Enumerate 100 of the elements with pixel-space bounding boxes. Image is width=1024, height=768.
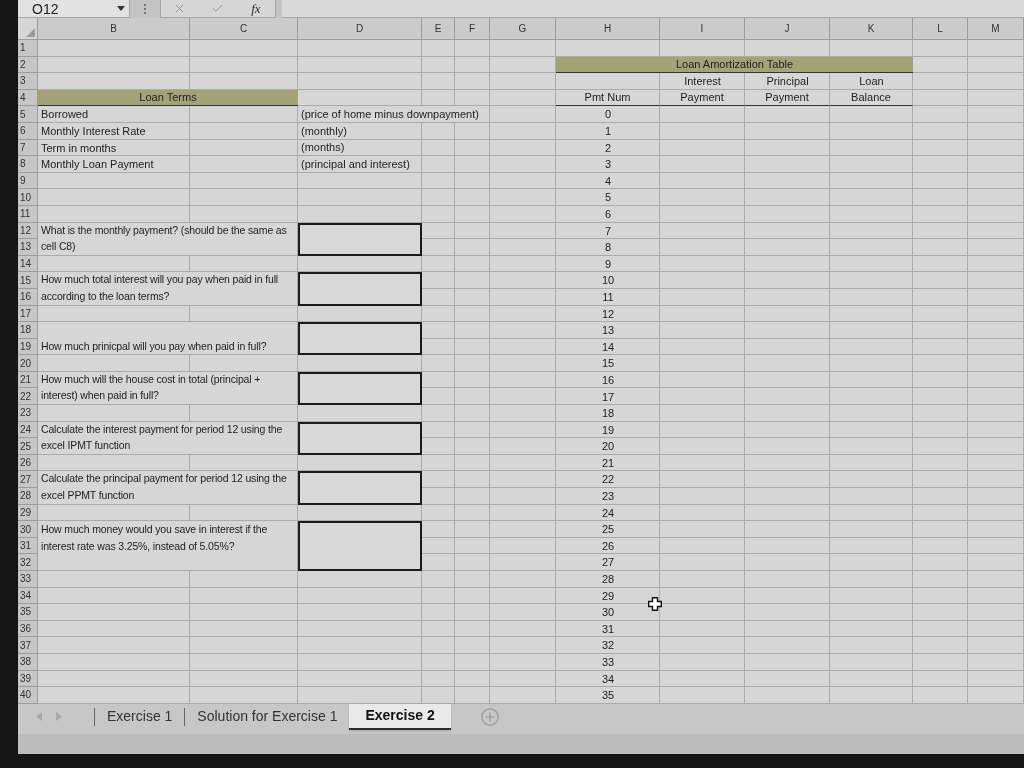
answer-box[interactable] <box>298 222 422 256</box>
table-cell-text: 34 <box>600 671 616 687</box>
column-header[interactable]: C <box>190 18 298 40</box>
insert-function-button[interactable]: fx <box>249 2 263 15</box>
table-cell-text: 1 <box>603 124 613 139</box>
table-cell-text: 13 <box>600 323 616 339</box>
table-cell-text: 20 <box>600 439 616 455</box>
column-heading: Principal <box>765 74 810 90</box>
table-cell-text: 5 <box>603 190 613 206</box>
table-cell-text: Monthly Interest Rate <box>40 124 147 139</box>
table-cell-text: 11 <box>601 289 615 305</box>
row-header[interactable]: 8 <box>18 156 38 173</box>
row-header[interactable]: 28 <box>18 488 38 505</box>
answer-box[interactable] <box>298 272 422 306</box>
table-cell-text: 17 <box>600 389 616 405</box>
table-cell-text: 4 <box>603 173 613 189</box>
table-cell-text: 10 <box>600 273 616 289</box>
table-cell-text: 7 <box>603 223 613 239</box>
answer-box[interactable] <box>298 322 422 356</box>
name-box[interactable]: O12 <box>18 0 130 18</box>
table-cell-text: Borrowed <box>40 107 90 123</box>
table-cell-text: 8 <box>603 240 613 256</box>
sheet-tab[interactable]: Exercise 2 <box>349 703 451 730</box>
table-cell-text: 19 <box>600 422 616 438</box>
column-header[interactable]: F <box>455 18 490 40</box>
question-text: How much money would you save in interest if the interest rate was 3.25%, instead of 5.05%? <box>38 521 298 571</box>
table-cell-text: 0 <box>603 107 613 123</box>
column-header[interactable]: I <box>660 18 745 40</box>
table-cell-text: 12 <box>600 306 616 322</box>
question-text: How much will the house cost in total (principal + interest) when paid in full? <box>38 371 298 406</box>
column-header[interactable]: M <box>968 18 1024 40</box>
row-header[interactable]: 18 <box>18 322 38 339</box>
sheet-tab[interactable]: Exercise 1 <box>95 703 185 730</box>
row-header[interactable]: 25 <box>18 438 38 455</box>
table-cell-text: 27 <box>600 555 616 571</box>
column-header[interactable]: L <box>913 18 968 40</box>
column-heading: Interest <box>683 74 722 90</box>
table-cell-text: 24 <box>600 505 616 521</box>
column-header[interactable]: E <box>422 18 455 40</box>
row-header[interactable]: 22 <box>18 388 38 406</box>
row-header[interactable]: 37 <box>18 637 38 654</box>
table-cell-text: 30 <box>600 605 616 621</box>
row-header[interactable]: 35 <box>18 604 38 621</box>
question-text: How much prinicpal will you pay when paid in full? <box>38 322 298 356</box>
question-text: What is the monthly payment? (should be the same as cell C8) <box>38 222 298 256</box>
table-cell-text: 14 <box>600 339 616 355</box>
row-header[interactable]: 33 <box>18 571 38 588</box>
answer-box[interactable] <box>298 371 422 406</box>
column-header[interactable]: H <box>556 18 660 40</box>
table-cell-text: 18 <box>600 406 616 422</box>
table-cell-text: 9 <box>603 256 613 272</box>
table-cell-text: 31 <box>600 621 616 637</box>
plus-cursor-icon <box>648 597 662 611</box>
table-cell-text: 26 <box>600 538 616 554</box>
triangle-left-icon <box>36 712 42 722</box>
table-cell-text: 29 <box>600 588 616 604</box>
question-text: Calculate the interest payment for period 12 using the excel IPMT function <box>38 421 298 455</box>
table-cell-text: 3 <box>603 157 613 173</box>
table-cell: (price of home minus downpayment) <box>298 106 482 122</box>
row-header[interactable]: 30 <box>18 521 38 538</box>
table-cell-text: 15 <box>600 356 616 372</box>
table-cell-text: Monthly Loan Payment <box>40 157 155 173</box>
table-cell-text: 25 <box>600 522 616 538</box>
table-cell-text: Term in months <box>40 140 118 156</box>
row-header[interactable]: 10 <box>18 189 38 206</box>
table-cell-text: 21 <box>600 455 616 471</box>
table-cell-text: 2 <box>603 140 613 156</box>
column-header[interactable]: K <box>830 18 913 40</box>
row-header[interactable]: 32 <box>18 554 38 571</box>
column-header[interactable]: D <box>298 18 422 40</box>
row-header[interactable]: 1 <box>18 40 38 57</box>
row-header[interactable]: 20 <box>18 355 38 372</box>
answer-box[interactable] <box>298 521 422 571</box>
column-header[interactable]: J <box>745 18 830 40</box>
row-header[interactable]: 13 <box>18 239 38 256</box>
table-cell-text: 33 <box>600 655 616 670</box>
table-cell-text: 6 <box>603 207 613 222</box>
sheet-tab[interactable]: Solution for Exercise 1 <box>185 703 350 730</box>
table-cell-text: 28 <box>600 572 616 588</box>
table-cell-text: 35 <box>600 688 616 704</box>
row-header[interactable]: 40 <box>18 687 38 704</box>
row-header[interactable]: 23 <box>18 405 38 422</box>
table-cell-text: 23 <box>600 489 616 505</box>
row-header[interactable]: 5 <box>18 106 38 123</box>
row-header[interactable]: 3 <box>18 73 38 90</box>
row-header[interactable]: 15 <box>18 272 38 289</box>
check-icon[interactable] <box>211 2 225 15</box>
answer-box[interactable] <box>298 471 422 505</box>
column-header[interactable]: G <box>490 18 556 40</box>
caret-icon <box>117 6 125 11</box>
table-cell-text: 32 <box>600 638 616 654</box>
column-header[interactable]: B <box>38 18 190 40</box>
answer-box[interactable] <box>298 421 422 455</box>
column-heading: Loan <box>858 74 885 90</box>
table-cell-text: 22 <box>600 472 616 488</box>
formula-field[interactable] <box>282 0 1024 18</box>
question-text: How much total interest will you pay when paid in full according to the loan terms? <box>38 272 298 306</box>
plus-circle-icon <box>480 707 499 726</box>
row-header[interactable]: 27 <box>18 471 38 489</box>
triangle-right-icon <box>56 712 62 722</box>
